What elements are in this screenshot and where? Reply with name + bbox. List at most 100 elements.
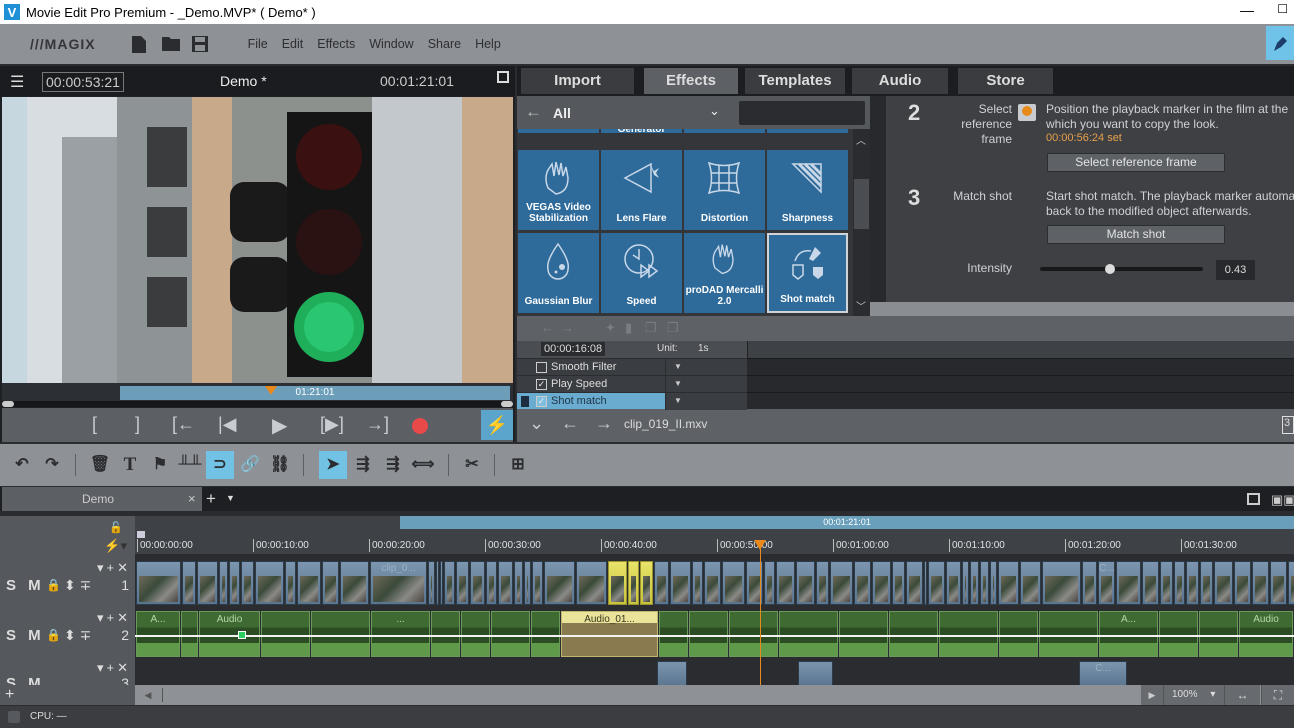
- effect-tile-distortion[interactable]: Distortion: [684, 150, 765, 230]
- paintbrush-button[interactable]: [1266, 26, 1294, 60]
- audio-clip[interactable]: [729, 611, 778, 657]
- preview-zoom-scrollbar[interactable]: [2, 401, 513, 407]
- video-clip[interactable]: [241, 561, 254, 605]
- video-clip[interactable]: [1142, 561, 1159, 605]
- keyframe-row-shot-match[interactable]: ✓ Shot match ▼: [517, 392, 846, 410]
- audio-clip[interactable]: [461, 611, 490, 657]
- video-clip[interactable]: [197, 561, 218, 605]
- video-clip[interactable]: [704, 561, 721, 605]
- cut-button[interactable]: ✂: [458, 451, 486, 479]
- video-clip[interactable]: [532, 561, 543, 605]
- video-clip[interactable]: [990, 561, 997, 605]
- tab-effects[interactable]: Effects: [644, 68, 738, 94]
- keyframe-timecode[interactable]: 00:00:16:08: [541, 342, 606, 356]
- maximize-preview-icon[interactable]: [497, 71, 509, 83]
- settings-scrollbar[interactable]: [870, 302, 1294, 316]
- video-clip[interactable]: [872, 561, 891, 605]
- audio-clip[interactable]: [431, 611, 460, 657]
- video-clip[interactable]: [1174, 561, 1185, 605]
- audio-clip[interactable]: [659, 611, 688, 657]
- effect-tile-prodad-mercalli[interactable]: proDAD Mercalli 2.0: [684, 233, 765, 313]
- paste-keyframe-icon[interactable]: ❐: [667, 320, 679, 336]
- video-clip[interactable]: [854, 561, 871, 605]
- delete-keyframe-icon[interactable]: ▮: [625, 320, 632, 336]
- video-clip[interactable]: [924, 561, 927, 605]
- track-controls[interactable]: ▾+✕: [97, 560, 131, 576]
- copy-keyframe-icon[interactable]: ❐: [645, 320, 657, 336]
- select-reference-frame-button[interactable]: Select reference frame: [1047, 153, 1225, 172]
- audio-clip[interactable]: Audio: [199, 611, 260, 657]
- solo-mute-buttons[interactable]: S M: [6, 675, 45, 685]
- tab-store[interactable]: Store: [958, 68, 1053, 94]
- video-clip[interactable]: [219, 561, 228, 605]
- video-clip[interactable]: [285, 561, 296, 605]
- fullscreen-button[interactable]: ⛶: [1261, 685, 1294, 705]
- video-clip[interactable]: [136, 561, 181, 605]
- audio-clip[interactable]: [261, 611, 310, 657]
- video-clip[interactable]: [229, 561, 240, 605]
- audio-clip[interactable]: [839, 611, 888, 657]
- keyframe-ruler[interactable]: [747, 341, 1294, 358]
- video-clip[interactable]: [576, 561, 607, 605]
- select-pointer-button[interactable]: ➤: [319, 451, 347, 479]
- stretch-button[interactable]: ⟺: [409, 451, 437, 479]
- back-arrow-icon[interactable]: ←: [561, 413, 579, 434]
- volume-keyframe[interactable]: [238, 631, 246, 639]
- volume-curve[interactable]: [135, 635, 1294, 637]
- video-frame[interactable]: [2, 97, 513, 383]
- video-clip[interactable]: [608, 561, 627, 605]
- effects-scrollbar[interactable]: ︿ ﹀: [853, 129, 870, 316]
- add-keyframe-icon[interactable]: ✦: [605, 320, 616, 336]
- mark-out-button[interactable]: ]: [135, 414, 140, 435]
- menu-edit[interactable]: Edit: [282, 37, 304, 51]
- audio-clip[interactable]: [1199, 611, 1238, 657]
- video-clip[interactable]: [1234, 561, 1251, 605]
- menu-file[interactable]: File: [248, 37, 268, 51]
- audio-clip[interactable]: [491, 611, 530, 657]
- video-clip[interactable]: C...: [1098, 561, 1115, 605]
- timeline-range-bar[interactable]: 00:01:21:01: [135, 516, 1294, 529]
- mark-in-button[interactable]: [: [92, 414, 97, 435]
- menu-window[interactable]: Window: [369, 37, 413, 51]
- track-controls[interactable]: ▾+✕: [97, 610, 131, 626]
- effect-tile-partial[interactable]: Art filter: [767, 129, 848, 133]
- audio-clip[interactable]: [311, 611, 370, 657]
- category-selector[interactable]: All: [553, 105, 571, 121]
- save-icon[interactable]: [191, 36, 208, 52]
- intensity-slider[interactable]: [1040, 264, 1203, 274]
- single-view-icon[interactable]: [1247, 493, 1260, 505]
- expand-icon[interactable]: [521, 396, 529, 407]
- play-range-button[interactable]: [▶]: [320, 414, 344, 435]
- video-clip[interactable]: [764, 561, 775, 605]
- unit-value[interactable]: 1s: [698, 343, 709, 354]
- chevron-down-icon[interactable]: ﹀: [856, 298, 866, 313]
- video-clip[interactable]: [1042, 561, 1081, 605]
- track-lane-2[interactable]: Audio A... Audio_01...... Audio A...: [135, 609, 1294, 659]
- keyframe-row-play-speed[interactable]: ✓ Play Speed ▼: [517, 375, 747, 393]
- link-button[interactable]: 🔗: [236, 451, 264, 479]
- video-clip[interactable]: [486, 561, 497, 605]
- collapse-icon[interactable]: ⌄: [529, 413, 544, 434]
- video-clip[interactable]: [322, 561, 339, 605]
- keyframe-row-smooth-filter[interactable]: Smooth Filter ▼: [517, 358, 747, 376]
- video-clip[interactable]: [980, 561, 989, 605]
- zoom-dropdown[interactable]: 100% ▾: [1163, 685, 1224, 705]
- video-clip[interactable]: [1186, 561, 1199, 605]
- video-clip[interactable]: [297, 561, 321, 605]
- video-clip[interactable]: [182, 561, 196, 605]
- quick-action-button[interactable]: ⚡: [481, 410, 513, 440]
- open-folder-icon[interactable]: [161, 36, 180, 52]
- search-input[interactable]: [739, 101, 865, 125]
- video-clip[interactable]: [628, 561, 639, 605]
- video-clip[interactable]: [514, 561, 523, 605]
- preview-scrubber[interactable]: 01:21:01: [2, 383, 513, 401]
- audio-clip[interactable]: [181, 611, 198, 657]
- video-clip[interactable]: [776, 561, 795, 605]
- video-clip[interactable]: [670, 561, 691, 605]
- playhead[interactable]: [760, 541, 761, 686]
- video-clip[interactable]: [796, 561, 815, 605]
- video-clip[interactable]: [470, 561, 485, 605]
- video-clip[interactable]: [524, 561, 531, 605]
- video-clip[interactable]: [998, 561, 1019, 605]
- video-clip[interactable]: [444, 561, 455, 605]
